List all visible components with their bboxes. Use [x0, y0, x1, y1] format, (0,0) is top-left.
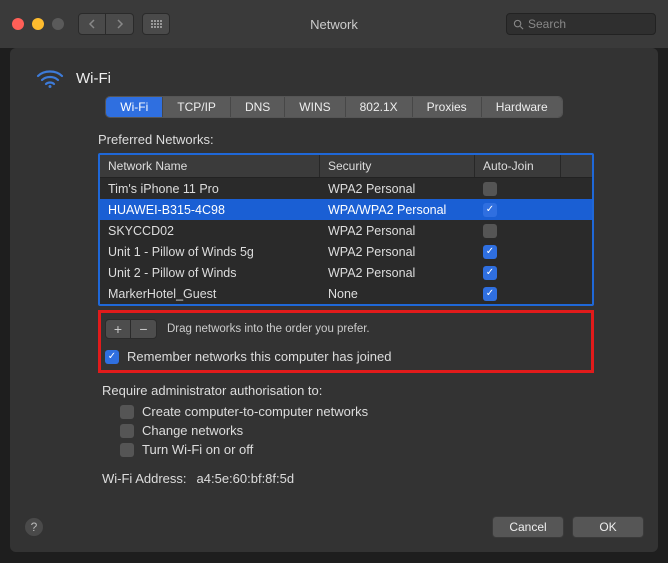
cell-security: WPA2 Personal	[320, 224, 475, 238]
auto-join-checkbox[interactable]	[483, 245, 497, 259]
window-controls	[12, 18, 64, 30]
tab-proxies[interactable]: Proxies	[413, 97, 482, 117]
remember-networks-row[interactable]: Remember networks this computer has join…	[105, 349, 583, 364]
titlebar: Network Search	[0, 0, 668, 48]
show-all-button[interactable]	[142, 13, 170, 35]
grid-icon	[151, 20, 162, 28]
table-row[interactable]: Tim's iPhone 11 ProWPA2 Personal	[100, 178, 592, 199]
cell-security: None	[320, 287, 475, 301]
cancel-button[interactable]: Cancel	[492, 516, 564, 538]
cell-network-name: SKYCCD02	[100, 224, 320, 238]
table-row[interactable]: Unit 1 - Pillow of Winds 5gWPA2 Personal	[100, 241, 592, 262]
auth-checkbox[interactable]	[120, 405, 134, 419]
cell-auto-join	[475, 266, 561, 280]
zoom-window-button[interactable]	[52, 18, 64, 30]
window-title: Network	[310, 17, 358, 32]
table-row[interactable]: MarkerHotel_GuestNone	[100, 283, 592, 304]
minimize-window-button[interactable]	[32, 18, 44, 30]
cell-security: WPA/WPA2 Personal	[320, 203, 475, 217]
remove-network-button[interactable]: −	[131, 319, 157, 339]
table-row[interactable]: SKYCCD02WPA2 Personal	[100, 220, 592, 241]
table-row[interactable]: HUAWEI-B315-4C98WPA/WPA2 Personal	[100, 199, 592, 220]
wifi-address-row: Wi-Fi Address: a4:5e:60:bf:8f:5d	[102, 471, 594, 486]
auth-item[interactable]: Change networks	[120, 423, 594, 438]
table-header: Network Name Security Auto-Join	[100, 155, 592, 178]
main-panel: Wi-Fi Wi-FiTCP/IPDNSWINS802.1XProxiesHar…	[10, 48, 658, 552]
tab-802-1x[interactable]: 802.1X	[346, 97, 413, 117]
auto-join-checkbox[interactable]	[483, 266, 497, 280]
cell-auto-join	[475, 203, 561, 217]
remember-networks-checkbox[interactable]	[105, 350, 119, 364]
drag-hint: Drag networks into the order you prefer.	[167, 323, 370, 335]
auto-join-checkbox[interactable]	[483, 182, 497, 196]
column-auto-join[interactable]: Auto-Join	[475, 155, 561, 177]
cell-security: WPA2 Personal	[320, 182, 475, 196]
column-spacer	[561, 155, 571, 177]
highlighted-region: + − Drag networks into the order you pre…	[98, 310, 594, 373]
tab-hardware[interactable]: Hardware	[482, 97, 562, 117]
auto-join-checkbox[interactable]	[483, 224, 497, 238]
cell-auto-join	[475, 182, 561, 196]
help-button[interactable]: ?	[24, 517, 44, 537]
cell-network-name: Unit 1 - Pillow of Winds 5g	[100, 245, 320, 259]
wifi-address-label: Wi-Fi Address:	[102, 471, 187, 486]
add-remove-row: + − Drag networks into the order you pre…	[105, 319, 583, 339]
cell-auto-join	[475, 287, 561, 301]
auth-label: Require administrator authorisation to:	[102, 383, 594, 398]
footer: ? Cancel OK	[10, 506, 658, 552]
auth-item-label: Turn Wi-Fi on or off	[142, 442, 253, 457]
wifi-address-value: a4:5e:60:bf:8f:5d	[197, 471, 295, 486]
tab-wi-fi[interactable]: Wi-Fi	[106, 97, 163, 117]
auth-item[interactable]: Turn Wi-Fi on or off	[120, 442, 594, 457]
auth-section: Require administrator authorisation to: …	[102, 383, 594, 457]
add-network-button[interactable]: +	[105, 319, 131, 339]
page-title: Wi-Fi	[76, 70, 111, 87]
auth-checkbox[interactable]	[120, 424, 134, 438]
cell-network-name: MarkerHotel_Guest	[100, 287, 320, 301]
column-security[interactable]: Security	[320, 155, 475, 177]
cell-auto-join	[475, 245, 561, 259]
auth-item-label: Create computer-to-computer networks	[142, 404, 368, 419]
cell-network-name: HUAWEI-B315-4C98	[100, 203, 320, 217]
tab-dns[interactable]: DNS	[231, 97, 285, 117]
back-button[interactable]	[78, 13, 106, 35]
search-icon	[513, 19, 524, 30]
auto-join-checkbox[interactable]	[483, 287, 497, 301]
table-row[interactable]: Unit 2 - Pillow of WindsWPA2 Personal	[100, 262, 592, 283]
forward-button[interactable]	[106, 13, 134, 35]
auth-item-label: Change networks	[142, 423, 243, 438]
auth-checkbox[interactable]	[120, 443, 134, 457]
panel-header: Wi-Fi	[10, 54, 658, 94]
preferred-networks-table: Network Name Security Auto-Join Tim's iP…	[98, 153, 594, 306]
tab-wins[interactable]: WINS	[285, 97, 345, 117]
tab-bar: Wi-FiTCP/IPDNSWINS802.1XProxiesHardware	[34, 96, 634, 118]
cell-security: WPA2 Personal	[320, 245, 475, 259]
tab-tcp-ip[interactable]: TCP/IP	[163, 97, 231, 117]
auth-item[interactable]: Create computer-to-computer networks	[120, 404, 594, 419]
ok-button[interactable]: OK	[572, 516, 644, 538]
cell-network-name: Tim's iPhone 11 Pro	[100, 182, 320, 196]
preferred-networks-label: Preferred Networks:	[98, 132, 594, 147]
cell-security: WPA2 Personal	[320, 266, 475, 280]
cell-auto-join	[475, 224, 561, 238]
column-network-name[interactable]: Network Name	[100, 155, 320, 177]
nav-buttons	[78, 13, 134, 35]
close-window-button[interactable]	[12, 18, 24, 30]
cell-network-name: Unit 2 - Pillow of Winds	[100, 266, 320, 280]
search-placeholder: Search	[528, 17, 566, 31]
wifi-icon	[36, 68, 64, 88]
search-field[interactable]: Search	[506, 13, 656, 35]
auto-join-checkbox[interactable]	[483, 203, 497, 217]
remember-networks-label: Remember networks this computer has join…	[127, 349, 391, 364]
add-remove-segment: + −	[105, 319, 157, 339]
